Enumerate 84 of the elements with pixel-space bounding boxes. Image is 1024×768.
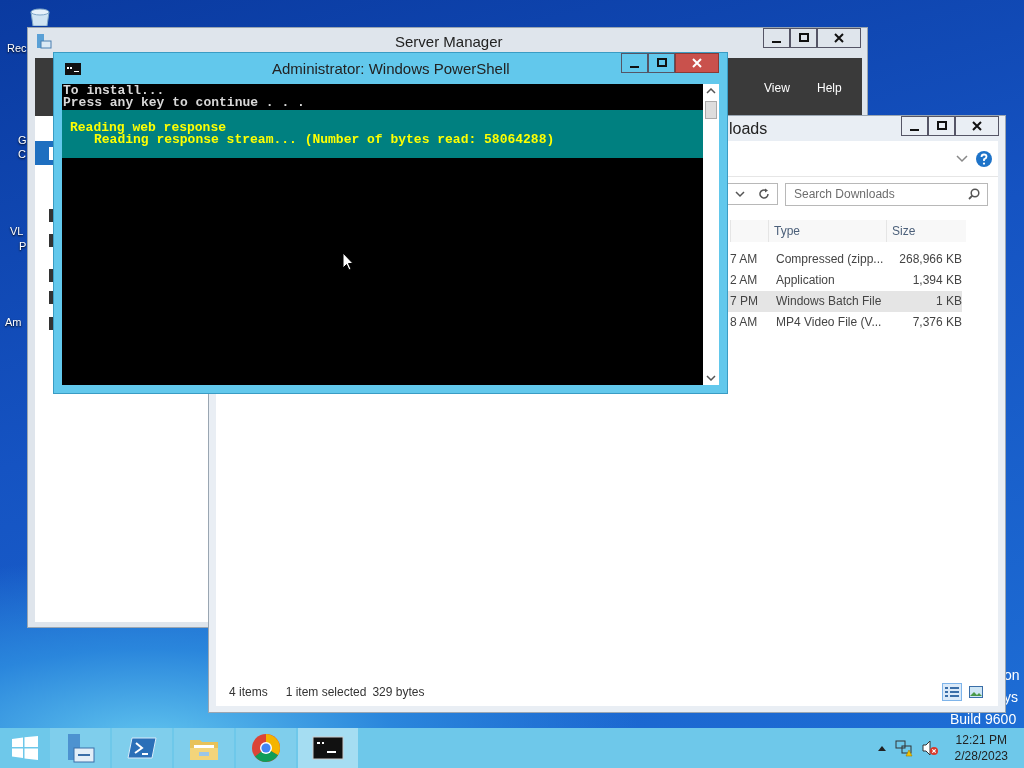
table-cell-text: Application xyxy=(775,272,836,289)
search-field[interactable]: Search Downloads xyxy=(785,182,988,206)
scroll-thumb[interactable] xyxy=(705,101,717,119)
refresh-icon[interactable] xyxy=(758,188,771,200)
chevron-down-icon[interactable] xyxy=(734,190,745,198)
status-text: 4 items xyxy=(229,685,268,699)
window-title: loads xyxy=(729,120,768,138)
minimize-icon xyxy=(630,65,639,68)
column-header[interactable]: Size xyxy=(886,220,966,242)
menu-item[interactable]: View xyxy=(764,81,790,95)
nav-icon xyxy=(49,291,53,304)
chevron-up-icon[interactable] xyxy=(877,745,886,751)
table-cell-text: 1 KB xyxy=(935,293,962,310)
maximize-button[interactable] xyxy=(648,53,675,73)
file-row[interactable]: 7 AM Compressed (zipp... 268,966 KB xyxy=(728,249,962,270)
file-row[interactable]: 7 PM Windows Batch File 1 KB xyxy=(728,291,962,312)
column-header[interactable]: Type xyxy=(768,220,886,242)
status-text: 1 item selected xyxy=(285,685,367,699)
volume-muted-icon[interactable] xyxy=(921,740,938,756)
console-icon xyxy=(65,63,81,75)
minimize-button[interactable] xyxy=(763,28,790,48)
table-cell-text: Windows Batch File xyxy=(775,293,883,310)
close-icon xyxy=(692,58,702,68)
close-button[interactable] xyxy=(675,53,719,73)
icon-label[interactable]: Am xyxy=(5,316,22,328)
table-cell-text: 2 AM xyxy=(729,272,759,289)
help-icon[interactable] xyxy=(976,150,992,167)
progress-text: Reading response stream... (Number of bytes read: 58064288) xyxy=(94,134,556,146)
nav-icon xyxy=(49,209,53,222)
icon-label[interactable]: VL xyxy=(10,225,24,237)
minimize-button[interactable] xyxy=(901,116,928,136)
clock-time: 12:21 PM xyxy=(955,732,1007,748)
taskbar-button[interactable] xyxy=(298,728,358,768)
table-cell-text: Compressed (zipp... xyxy=(775,251,885,268)
table-cell-text: 7 PM xyxy=(729,293,759,310)
icon-label[interactable]: P xyxy=(19,240,27,252)
table-cell-text: 7,376 KB xyxy=(911,314,962,331)
search-icon[interactable] xyxy=(968,187,980,200)
table-cell-text: MP4 Video File (V... xyxy=(775,314,883,331)
file-row[interactable]: 2 AM Application 1,394 KB xyxy=(728,270,962,291)
clock-date: 2/28/2023 xyxy=(954,748,1008,764)
close-icon xyxy=(834,33,844,43)
pointer-icon xyxy=(342,252,354,271)
watermark-text: Build 9600 xyxy=(950,711,1017,727)
maximize-icon xyxy=(656,58,667,68)
recycle-bin-icon[interactable] xyxy=(28,8,52,26)
maximize-button[interactable] xyxy=(928,116,955,136)
window-title: Server Manager xyxy=(395,33,503,50)
window-title: Administrator: Windows PowerShell xyxy=(272,60,510,77)
console-line: To install... xyxy=(62,85,166,97)
menu-item[interactable]: Help xyxy=(817,81,842,95)
minimize-button[interactable] xyxy=(621,53,648,73)
table-cell-text: 268,966 KB xyxy=(898,251,962,268)
network-icon[interactable] xyxy=(894,739,913,757)
maximize-icon xyxy=(936,121,947,131)
close-button[interactable] xyxy=(817,28,861,48)
clock[interactable]: 12:21 PM 2/28/2023 xyxy=(954,732,1008,764)
server-manager-icon xyxy=(36,33,52,49)
status-text: 329 bytes xyxy=(372,685,425,699)
nav-icon xyxy=(49,234,53,247)
icon-label[interactable]: G xyxy=(18,134,27,146)
close-icon xyxy=(972,121,982,131)
table-cell-text: 1,394 KB xyxy=(911,272,962,289)
icon-label[interactable]: Rec xyxy=(7,42,27,54)
address-bar[interactable] xyxy=(728,183,778,205)
close-button[interactable] xyxy=(955,116,999,136)
nav-icon xyxy=(49,147,53,160)
progress-text: Reading web response xyxy=(70,122,227,134)
chevron-down-icon[interactable] xyxy=(956,154,968,163)
maximize-icon xyxy=(798,33,809,43)
chrome-icon[interactable] xyxy=(250,732,282,764)
table-cell-text: 7 AM xyxy=(729,251,759,268)
table-cell-text: 8 AM xyxy=(729,314,759,331)
nav-icon xyxy=(49,269,53,282)
maximize-button[interactable] xyxy=(790,28,817,48)
minimize-icon xyxy=(910,128,919,131)
nav-icon xyxy=(49,317,53,330)
console-line: Press any key to continue . . . xyxy=(62,97,306,109)
file-row[interactable]: 8 AM MP4 Video File (V... 7,376 KB xyxy=(728,312,962,333)
scroll-up-icon[interactable] xyxy=(706,88,716,94)
minimize-icon xyxy=(772,40,781,43)
scrollbar[interactable] xyxy=(703,84,719,385)
scroll-down-icon[interactable] xyxy=(706,375,716,381)
icon-label[interactable]: C xyxy=(18,148,26,160)
